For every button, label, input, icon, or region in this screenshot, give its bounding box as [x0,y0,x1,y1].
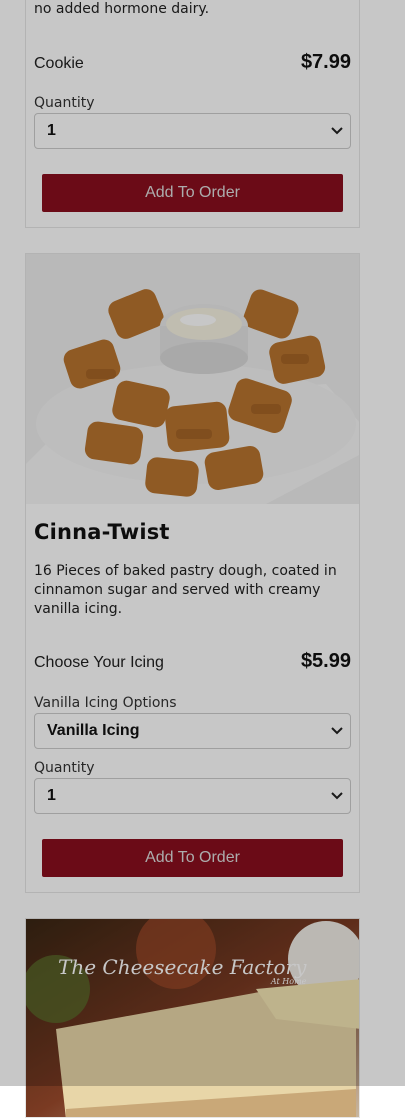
icing-value: Vanilla Icing [47,722,140,739]
cheesecake-photo [26,919,359,1117]
chevron-down-icon [330,124,344,138]
chevron-down-icon [330,724,344,738]
product-description: no added hormone dairy. [34,1,210,17]
product-card-cheesecake: The Cheesecake Factory At Home [25,918,360,1118]
brand-logo: The Cheesecake Factory At Home [58,955,306,986]
option-price-row: Cookie $7.99 [34,51,351,74]
product-title: Cinna-Twist [34,520,170,544]
quantity-select[interactable]: 1 [34,778,351,814]
icing-select[interactable]: Vanilla Icing [34,713,351,749]
quantity-label: Quantity [34,760,95,776]
option-label: Choose Your Icing [34,654,164,671]
product-card-cookie: no added hormone dairy. Cookie $7.99 Qua… [25,0,360,228]
chevron-down-icon [330,789,344,803]
price: $7.99 [300,51,351,73]
add-to-order-button[interactable]: Add To Order [42,839,343,877]
add-to-order-button[interactable]: Add To Order [42,174,343,212]
product-card-cinna-twist: Cinna-Twist 16 Pieces of baked pastry do… [25,253,360,893]
cinna-twist-photo [26,254,359,504]
quantity-select[interactable]: 1 [34,113,351,149]
option-price-row: Choose Your Icing $5.99 [34,650,351,673]
logo-text: The Cheesecake Factory [58,955,307,979]
price: $5.99 [300,650,351,672]
quantity-value: 1 [47,122,56,139]
product-description: 16 Pieces of baked pastry dough, coated … [34,563,337,617]
quantity-label: Quantity [34,95,95,111]
quantity-value: 1 [47,787,56,804]
icing-options-label: Vanilla Icing Options [34,695,177,711]
product-image[interactable] [26,254,359,504]
option-label: Cookie [34,55,84,72]
product-image[interactable] [26,919,359,1117]
